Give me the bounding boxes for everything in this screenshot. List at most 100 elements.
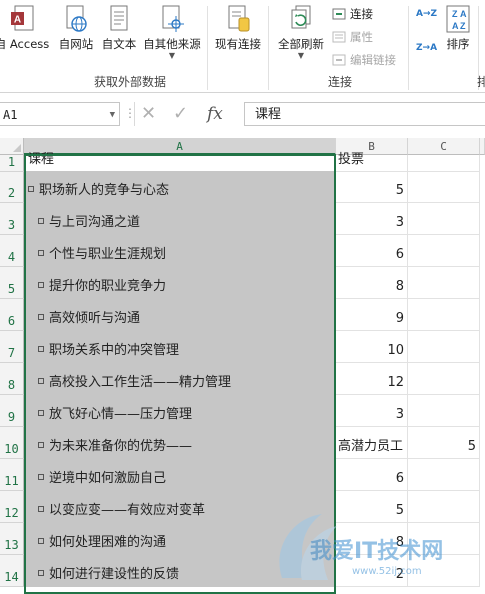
- cell-a4[interactable]: 个性与职业生涯规划: [24, 235, 336, 267]
- cell-b11[interactable]: 6: [336, 459, 408, 491]
- cell-text: 职场新人的竞争与心态: [39, 183, 170, 198]
- enter-icon[interactable]: ✓: [173, 102, 188, 126]
- group-label-connections: 连接: [328, 75, 353, 89]
- cell-text: 与上司沟通之道: [49, 215, 141, 230]
- properties-label: 属性: [350, 30, 373, 44]
- row-header[interactable]: 8: [0, 363, 24, 395]
- cell-c1[interactable]: [408, 155, 480, 172]
- row-header[interactable]: 4: [0, 235, 24, 267]
- cell-b8[interactable]: 12: [336, 363, 408, 395]
- row-header[interactable]: 14: [0, 555, 24, 587]
- from-text-button[interactable]: 自文本: [99, 4, 139, 52]
- cell-c2[interactable]: [408, 172, 480, 203]
- outline-bullet-icon: [38, 346, 44, 352]
- select-all-corner[interactable]: [0, 138, 24, 155]
- cell-a11[interactable]: 逆境中如何激励自己: [24, 459, 336, 491]
- cell-text: 职场关系中的冲突管理: [49, 343, 180, 358]
- cancel-icon[interactable]: ✕: [141, 102, 156, 126]
- sort-descending-icon: Z→A: [416, 43, 438, 53]
- outline-bullet-icon: [38, 570, 44, 576]
- cell-text: 以变应变——有效应对变革: [49, 503, 206, 518]
- from-web-label: 自网站: [58, 37, 94, 51]
- existing-connections-button[interactable]: 现有连接: [212, 4, 264, 52]
- row-header[interactable]: 12: [0, 491, 24, 523]
- column-header-a[interactable]: A: [24, 138, 336, 155]
- row-header[interactable]: 11: [0, 459, 24, 491]
- row-header[interactable]: 5: [0, 267, 24, 299]
- cell-c10[interactable]: 5: [408, 427, 480, 459]
- cell-b6[interactable]: 9: [336, 299, 408, 331]
- cell-c8[interactable]: [408, 363, 480, 395]
- spreadsheet-grid[interactable]: A B C 1 课程 投票 2 职场新人的竞争与心态 5 3 与上司沟通之道 3 4 个性与职业生涯…: [0, 138, 485, 594]
- edit-links-button[interactable]: 编辑链接: [332, 52, 396, 68]
- cell-a1[interactable]: 课程: [24, 152, 336, 172]
- cell-b5[interactable]: 8: [336, 267, 408, 299]
- cell-a3[interactable]: 与上司沟通之道: [24, 203, 336, 235]
- row-number: 6: [7, 314, 16, 328]
- sort-ascending-button[interactable]: A→Z: [416, 10, 437, 19]
- column-header-c[interactable]: C: [408, 138, 480, 155]
- cell-a5[interactable]: 提升你的职业竞争力: [24, 267, 336, 299]
- row-number: 11: [4, 474, 19, 488]
- cell-c7[interactable]: [408, 331, 480, 363]
- from-web-button[interactable]: 自网站: [56, 4, 96, 52]
- sort-descending-button[interactable]: Z→A: [416, 44, 437, 53]
- cell-value: 3: [395, 407, 404, 422]
- cell-b2[interactable]: 5: [336, 172, 408, 203]
- cell-c5[interactable]: [408, 267, 480, 299]
- text-file-icon: [110, 5, 128, 31]
- cell-b3[interactable]: 3: [336, 203, 408, 235]
- cell-text: 课程: [28, 152, 55, 167]
- column-header-d-partial[interactable]: [480, 138, 485, 155]
- chevron-down-icon[interactable]: ▼: [110, 103, 115, 127]
- cell-b1[interactable]: 投票: [336, 152, 408, 172]
- insert-function-icon[interactable]: fx: [207, 102, 223, 126]
- watermark-text: 我爱IT技术网: [310, 539, 443, 564]
- cell-c11[interactable]: [408, 459, 480, 491]
- from-other-sources-label: 自其他来源: [143, 37, 201, 51]
- row-header[interactable]: 9: [0, 395, 24, 427]
- row-header[interactable]: 1: [0, 155, 24, 172]
- cell-c9[interactable]: [408, 395, 480, 427]
- row-header[interactable]: 2: [0, 172, 24, 203]
- cell-c3[interactable]: [408, 203, 480, 235]
- cell-b9[interactable]: 3: [336, 395, 408, 427]
- outline-bullet-icon: [38, 218, 44, 224]
- from-text-label: 自文本: [101, 37, 137, 51]
- connections-icon: [332, 8, 346, 20]
- cell-a9[interactable]: 放飞好心情——压力管理: [24, 395, 336, 427]
- row-header[interactable]: 3: [0, 203, 24, 235]
- row-header[interactable]: 13: [0, 523, 24, 555]
- cell-a7[interactable]: 职场关系中的冲突管理: [24, 331, 336, 363]
- row-header[interactable]: 7: [0, 331, 24, 363]
- ribbon-separator: [207, 6, 208, 90]
- row-number: 7: [7, 346, 16, 360]
- existing-connections-icon: [228, 5, 250, 32]
- refresh-all-button[interactable]: 全部刷新 ▼: [274, 4, 328, 60]
- cell-value: 高潜力员工: [338, 439, 404, 454]
- watermark-url: www.52ij.com: [352, 566, 422, 577]
- cell-b10[interactable]: 高潜力员工: [336, 427, 408, 459]
- cell-b4[interactable]: 6: [336, 235, 408, 267]
- cell-value: 6: [395, 471, 404, 486]
- sort-button[interactable]: Z A A Z 排序: [441, 4, 475, 52]
- access-icon: A: [11, 5, 34, 31]
- cell-a6[interactable]: 高效倾听与沟通: [24, 299, 336, 331]
- properties-button[interactable]: 属性: [332, 29, 373, 45]
- formula-input[interactable]: 课程: [244, 102, 485, 126]
- cell-a10[interactable]: 为未来准备你的优势——: [24, 427, 336, 459]
- connections-button[interactable]: 连接: [332, 6, 373, 22]
- row-header[interactable]: 6: [0, 299, 24, 331]
- cell-value: 3: [395, 215, 404, 230]
- outline-bullet-icon: [38, 410, 44, 416]
- outline-bullet-icon: [38, 538, 44, 544]
- row-header[interactable]: 10: [0, 427, 24, 459]
- cell-c6[interactable]: [408, 299, 480, 331]
- from-access-button[interactable]: A 自 Access: [0, 4, 50, 52]
- cell-a2[interactable]: 职场新人的竞争与心态: [24, 172, 336, 203]
- from-other-sources-button[interactable]: 自其他来源 ▼: [141, 4, 203, 60]
- name-box[interactable]: A1 ▼: [0, 102, 120, 126]
- cell-b7[interactable]: 10: [336, 331, 408, 363]
- cell-a8[interactable]: 高校投入工作生活——精力管理: [24, 363, 336, 395]
- cell-c4[interactable]: [408, 235, 480, 267]
